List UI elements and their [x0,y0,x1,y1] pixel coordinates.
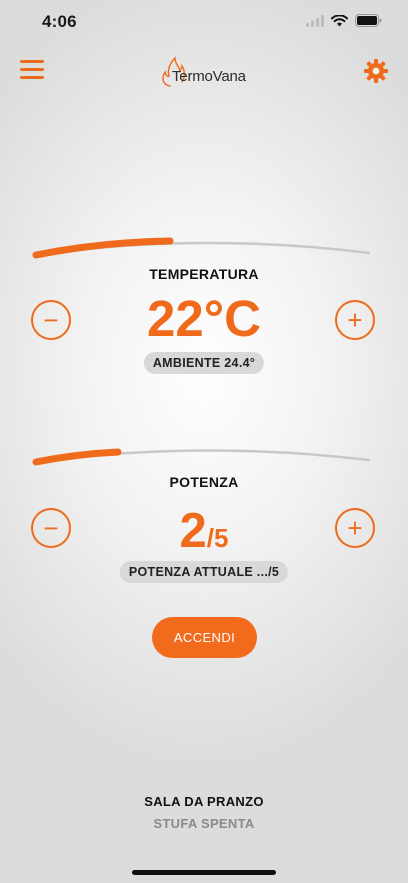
status-time: 4:06 [42,12,77,31]
room-name: SALA DA PRANZO [144,794,264,809]
app-logo: TermoVana [160,54,250,88]
plus-icon: + [347,513,363,543]
settings-button[interactable] [363,58,389,84]
power-label: POTENZA [169,474,239,490]
temperature-label: TEMPERATURA [149,266,259,282]
temperature-increase-button[interactable]: + [335,300,375,340]
power-increase-button[interactable]: + [335,508,375,548]
power-slider[interactable] [30,440,375,470]
wifi-icon [331,14,348,26]
app-header: TermoVana [0,50,408,94]
power-slider-fill [32,448,122,466]
menu-icon [20,60,44,79]
temperature-slider[interactable] [30,232,375,262]
status-bar: 4:06 [0,0,408,46]
stove-status: STUFA SPENTA [153,816,255,831]
current-power-badge: POTENZA ATTUALE .../5 [119,561,289,583]
status-icons [306,14,382,27]
plus-icon: + [347,305,363,335]
battery-icon [355,14,382,27]
home-indicator[interactable] [132,870,276,875]
power-max-value: /5 [206,523,229,553]
menu-button[interactable] [20,60,44,80]
power-current-value: 2 [179,504,207,558]
accendi-button[interactable]: ACCENDI [152,617,257,658]
signal-icon [306,14,324,27]
ambient-temperature-badge: AMBIENTE 24.4° [143,352,265,374]
logo-text: TermoVana [172,68,246,85]
temperature-slider-fill [32,237,174,259]
gear-icon [364,59,388,83]
